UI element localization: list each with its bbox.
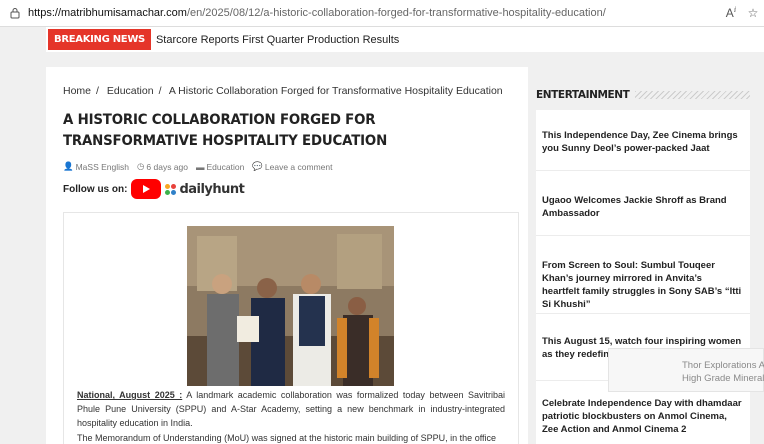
article-dateline: National, August 2025 : (77, 390, 183, 400)
sidebar-item[interactable]: From Screen to Soul: Sumbul Touqeer Khan… (542, 259, 742, 311)
post-time: 6 days ago (146, 161, 188, 172)
article-paragraph: The Memorandum of Understanding (MoU) wa… (77, 433, 497, 443)
lock-icon[interactable] (8, 6, 22, 20)
popup-text[interactable]: Thor Explorations An High Grade Minerali (682, 359, 764, 385)
author-link[interactable]: MaSS English (76, 162, 129, 172)
user-icon: 👤 (63, 161, 74, 171)
sidebar-item[interactable]: Celebrate Independence Day with dhamdaar… (542, 397, 742, 436)
url-text[interactable]: https://matribhumisamachar.com/en/2025/0… (28, 7, 720, 19)
breadcrumb-education[interactable]: Education (107, 85, 154, 97)
article-body: National, August 2025 : A landmark acade… (63, 212, 519, 444)
article-meta: 👤 MaSS English ◷ 6 days ago ▬ Education 💬 Le… (63, 161, 332, 172)
main-content: Home / Education / A Historic Collaboratio… (46, 67, 528, 444)
clock-icon: ◷ (136, 161, 145, 171)
news-popup[interactable]: Thor Explorations An High Grade Minerali (608, 348, 764, 392)
article-lead: National, August 2025 : A landmark acade… (77, 388, 505, 430)
follow-us: Follow us on: dailyhunt (63, 179, 245, 199)
youtube-icon[interactable] (131, 179, 162, 199)
divider (536, 170, 750, 171)
divider (536, 235, 750, 236)
comment-icon: 💬 (252, 161, 263, 171)
favorite-star-icon[interactable]: ☆ (742, 6, 764, 20)
dailyhunt-link[interactable]: dailyhunt (179, 182, 244, 197)
sidebar: This Independence Day, Zee Cinema brings… (536, 110, 750, 444)
dailyhunt-logo-icon[interactable] (165, 183, 177, 195)
sidebar-item[interactable]: Ugaoo Welcomes Jackie Shroff as Brand Am… (542, 194, 742, 220)
follow-label: Follow us on: (63, 183, 128, 195)
breadcrumb-home[interactable]: Home (63, 85, 91, 97)
sidebar-heading-decoration (635, 91, 750, 99)
breaking-news-bar: BREAKING NEWS Starcore Reports First Qua… (46, 27, 764, 52)
category-link[interactable]: Education (207, 162, 245, 172)
folder-icon: ▬ (196, 161, 205, 172)
breadcrumb: Home / Education / A Historic Collaboratio… (63, 85, 503, 97)
breadcrumb-current: A Historic Collaboration Forged for Tran… (168, 85, 503, 97)
page-title: A Historic Collaboration Forged for Tran… (63, 112, 388, 149)
breaking-news-headline[interactable]: Starcore Reports First Quarter Productio… (156, 34, 399, 46)
sidebar-title: ENTERTAINMENT (536, 89, 630, 101)
divider (536, 313, 750, 314)
comment-link[interactable]: Leave a comment (265, 162, 333, 172)
sidebar-item[interactable]: This Independence Day, Zee Cinema brings… (542, 129, 742, 155)
sidebar-heading: ENTERTAINMENT (536, 88, 750, 102)
breaking-news-tag: BREAKING NEWS (48, 29, 151, 50)
article-photo (187, 226, 394, 386)
address-bar[interactable]: https://matribhumisamachar.com/en/2025/0… (0, 0, 764, 27)
read-aloud-icon[interactable]: Aⅈ (720, 6, 742, 20)
